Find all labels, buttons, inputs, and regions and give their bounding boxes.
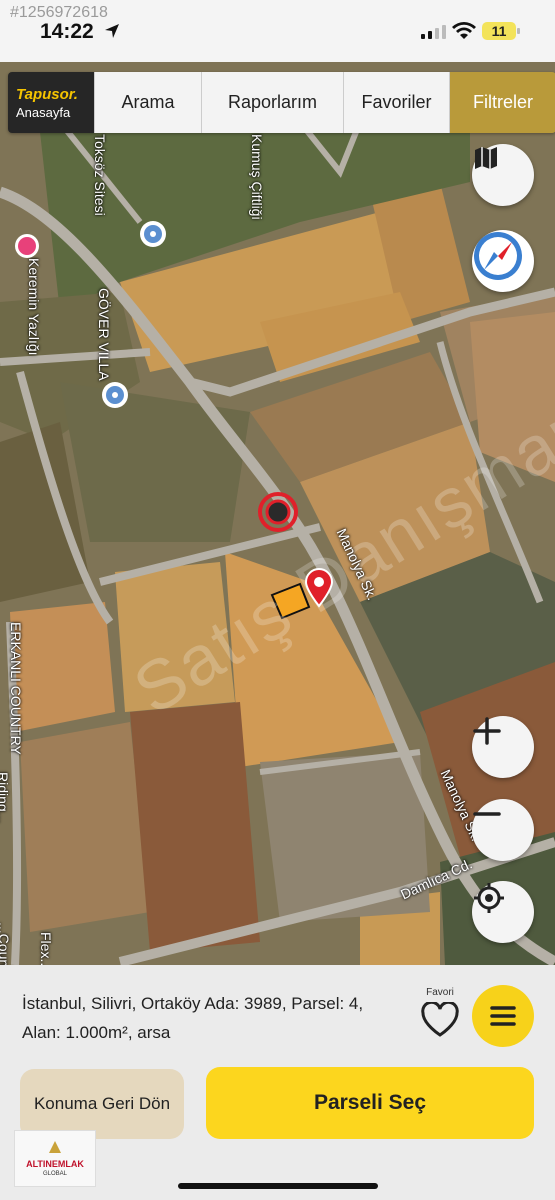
zoom-in-icon	[473, 717, 501, 745]
tab-favoriler[interactable]: Favoriler	[343, 72, 449, 133]
map-label-country: ...Count...	[0, 922, 12, 965]
locate-me-button[interactable]	[472, 881, 534, 943]
back-to-location-button[interactable]: Konuma Geri Dön	[20, 1069, 184, 1139]
locate-icon	[474, 883, 504, 913]
zoom-out-button[interactable]	[472, 799, 534, 861]
map-layers-button[interactable]	[472, 144, 534, 206]
zoom-in-button[interactable]	[472, 716, 534, 778]
poi-marker-gover[interactable]	[100, 380, 130, 410]
tab-raporlarim[interactable]: Raporlarım	[201, 72, 343, 133]
favorite-button[interactable]: Favori	[418, 987, 462, 1043]
top-navigation: Tapusor. Anasayfa Arama Raporlarım Favor…	[8, 72, 555, 133]
brand-home-label: Anasayfa	[16, 104, 71, 120]
compass-icon	[474, 232, 522, 280]
home-indicator[interactable]	[178, 1183, 378, 1189]
tab-filtreler[interactable]: Filtreler	[449, 72, 555, 133]
menu-icon	[490, 1006, 516, 1026]
pin-icon[interactable]	[303, 568, 335, 608]
agency-emblem-icon	[49, 1141, 61, 1153]
favorite-label: Favori	[426, 987, 454, 998]
clock: 14:22	[40, 20, 94, 43]
agency-logo: ALTINEMLAK GLOBAL	[14, 1130, 96, 1187]
target-location-icon	[258, 492, 298, 532]
parcel-info: İstanbul, Silivri, Ortaköy Ada: 3989, Pa…	[22, 994, 364, 1042]
poi-marker-keremin[interactable]	[13, 232, 41, 260]
brand-logo: Tapusor.	[16, 85, 78, 103]
signal-icon	[421, 25, 446, 39]
poi-marker-toksoz[interactable]	[138, 219, 168, 249]
map-label-keremin: Keremin Yazlığı	[26, 258, 42, 356]
tab-arama[interactable]: Arama	[94, 72, 201, 133]
satellite-map[interactable]: Satış Danışmanı Toksöz Sitesi Kumuş Çift…	[0, 62, 555, 965]
map-label-flex: Flex...	[38, 932, 54, 965]
location-arrow-icon	[105, 24, 119, 38]
select-parcel-button[interactable]: Parseli Seç	[206, 1067, 534, 1139]
agency-sub: GLOBAL	[42, 1171, 67, 1177]
map-label-riding: Riding...	[0, 772, 11, 824]
menu-button[interactable]	[472, 985, 534, 1047]
map-label-gover: GÖVER VILLA	[96, 288, 112, 381]
agency-name: ALTINEMLAK	[26, 1159, 84, 1169]
map-label-toksoz: Toksöz Sitesi	[92, 134, 108, 216]
home-brand-button[interactable]: Tapusor. Anasayfa	[8, 72, 94, 133]
map-label-erkanli: ERKANLI COUNTRY	[8, 622, 24, 755]
wifi-icon	[452, 22, 476, 39]
status-bar: #1256972618 14:22 11	[0, 0, 555, 62]
heart-icon	[421, 1000, 459, 1037]
battery-indicator: 11	[482, 22, 520, 40]
map-label-kumus: Kumuş Çiftliği	[249, 134, 265, 220]
zoom-out-icon	[473, 812, 501, 816]
map-layers-icon	[475, 147, 497, 169]
compass-button[interactable]	[472, 230, 534, 292]
